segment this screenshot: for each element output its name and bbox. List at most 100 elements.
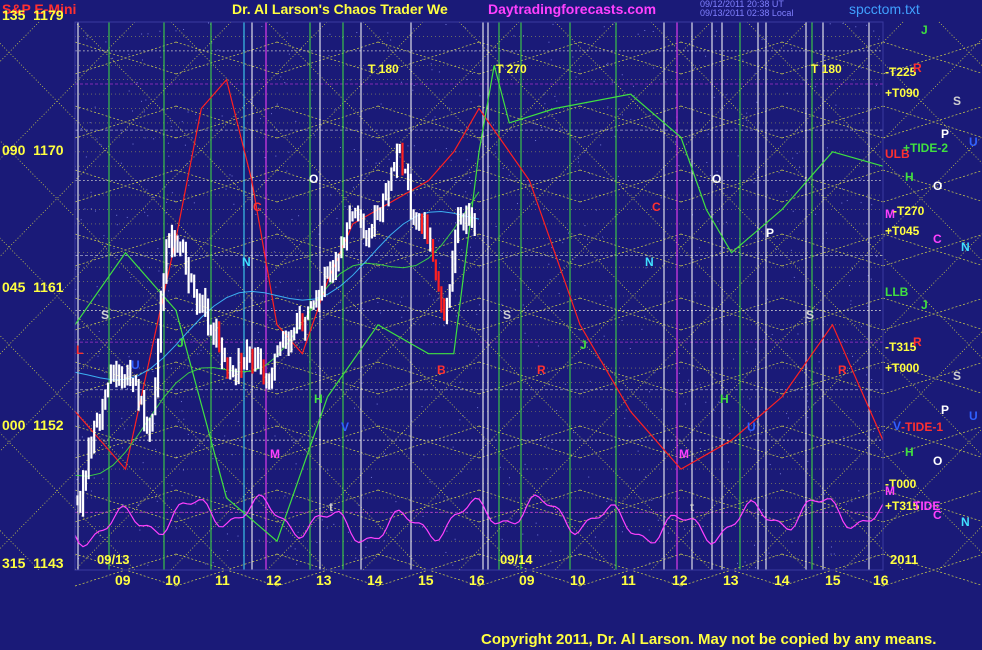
grid-dot	[556, 100, 558, 102]
grid-dot	[250, 101, 252, 103]
grid-dot	[175, 527, 177, 529]
grid-dot	[138, 352, 140, 354]
grid-dot	[496, 144, 498, 146]
grid-dot	[835, 104, 837, 106]
grid-dot	[573, 155, 575, 157]
grid-dot	[98, 351, 100, 353]
right-label: R	[913, 61, 922, 75]
grid-dot	[437, 298, 439, 300]
grid-dot	[399, 301, 401, 303]
grid-dot	[535, 140, 537, 142]
grid-dot	[260, 477, 262, 479]
grid-dot	[380, 103, 382, 105]
grid-dot	[630, 118, 632, 120]
grid-dot	[562, 242, 564, 244]
grid-dot	[336, 217, 338, 219]
grid-dot	[541, 126, 543, 128]
grid-dot	[401, 316, 403, 318]
grid-dot	[356, 32, 358, 34]
grid-dot	[180, 401, 182, 403]
grid-dot	[286, 32, 288, 34]
grid-dot	[448, 107, 450, 109]
grid-dot	[875, 84, 877, 86]
grid-dot	[699, 384, 701, 386]
grid-dot	[231, 175, 233, 177]
letter-marker: N	[242, 255, 251, 269]
grid-dot	[513, 35, 515, 37]
grid-dot	[141, 33, 143, 35]
grid-dot	[407, 145, 409, 147]
grid-dot	[269, 541, 271, 543]
grid-dot	[864, 561, 866, 563]
grid-dot	[199, 445, 201, 447]
grid-dot	[153, 138, 155, 140]
grid-dot	[370, 476, 372, 478]
letter-marker: S	[806, 308, 815, 322]
grid-dot	[575, 100, 577, 102]
letter-marker: M	[270, 447, 280, 461]
grid-dot	[156, 500, 158, 502]
grid-dot	[466, 159, 468, 161]
grid-dot	[454, 182, 456, 184]
grid-dot	[841, 202, 843, 204]
grid-dot	[134, 443, 136, 445]
grid-dot	[807, 400, 809, 402]
grid-dot	[225, 188, 227, 190]
grid-dot	[753, 182, 755, 184]
grid-dot	[689, 136, 691, 138]
grid-dot	[799, 166, 801, 168]
right-label: J	[921, 23, 928, 37]
x-tick-label: 16	[873, 572, 889, 588]
grid-dot	[81, 436, 83, 438]
grid-dot	[842, 23, 844, 25]
grid-dot	[100, 144, 102, 146]
grid-dot	[155, 448, 157, 450]
grid-dot	[422, 526, 424, 528]
grid-dot	[390, 39, 392, 41]
grid-dot	[786, 92, 788, 94]
grid-dot	[412, 89, 414, 91]
grid-dot	[762, 509, 764, 511]
right-label: S	[953, 369, 962, 383]
right-label: LLB	[885, 285, 909, 299]
grid-dot	[236, 311, 238, 313]
grid-dot	[866, 24, 868, 26]
grid-dot	[860, 178, 862, 180]
grid-dot	[523, 35, 525, 37]
grid-dot	[684, 403, 686, 405]
letter-marker: H	[314, 392, 323, 406]
grid-dot	[603, 26, 605, 28]
grid-dot	[593, 80, 595, 82]
grid-dot	[365, 546, 367, 548]
grid-dot	[274, 435, 276, 437]
grid-dot	[602, 236, 604, 238]
grid-dot	[295, 120, 297, 122]
grid-dot	[297, 531, 299, 533]
grid-dot	[791, 47, 793, 49]
letter-marker: N	[645, 255, 654, 269]
grid-dot	[771, 334, 773, 336]
grid-dot	[195, 119, 197, 121]
grid-dot	[446, 530, 448, 532]
grid-dot	[501, 303, 503, 305]
right-label: N	[961, 240, 970, 254]
grid-dot	[775, 248, 777, 250]
grid-dot	[280, 76, 282, 78]
grid-dot	[298, 215, 300, 217]
x-tick-label: 12	[266, 572, 282, 588]
grid-dot	[217, 49, 219, 51]
grid-dot	[168, 263, 170, 265]
grid-dot	[197, 353, 199, 355]
x-tick-label: 13	[316, 572, 332, 588]
grid-dot	[261, 184, 263, 186]
grid-dot	[187, 433, 189, 435]
grid-dot	[725, 221, 727, 223]
grid-dot	[867, 305, 869, 307]
grid-dot	[461, 471, 463, 473]
grid-dot	[871, 379, 873, 381]
grid-dot	[693, 67, 695, 69]
grid-dot	[271, 308, 273, 310]
grid-dot	[860, 326, 862, 328]
grid-dot	[94, 106, 96, 108]
grid-dot	[699, 447, 701, 449]
